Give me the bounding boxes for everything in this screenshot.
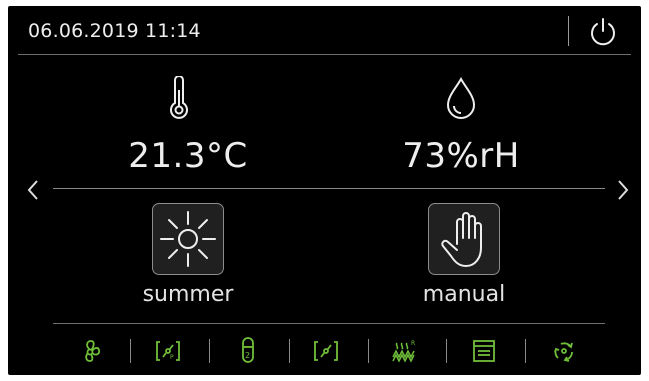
sensor-icon [314,341,338,361]
chevron-right-icon[interactable] [612,174,634,206]
status-separator [446,339,447,363]
power-icon[interactable] [586,15,620,49]
fan-icon [85,340,101,362]
hand-icon [441,212,482,267]
hmi-screen: 06.06.2019 11:14 21.3°C 73%rH summer man… [8,6,641,375]
operation-mode-label: manual [422,282,506,307]
status-separator [209,339,210,363]
humidity-value: 73%rH [402,136,520,176]
thermometer-icon [170,76,188,119]
status-separator [130,339,131,363]
datetime-display: 06.06.2019 11:14 [28,20,201,42]
operation-mode-button[interactable] [428,203,500,275]
header-divider-line [18,54,631,55]
filter-2-icon: 2 [242,337,254,363]
temperature-value: 21.3°C [128,136,248,176]
droplet-icon [446,76,476,119]
content-divider [53,188,605,189]
status-bar: P 2 R [8,333,641,369]
svg-text:R: R [411,340,415,347]
recirculation-icon [554,342,573,362]
status-separator [289,339,290,363]
season-mode-button[interactable] [152,203,224,275]
pressure-sensor-icon: P [156,341,180,361]
window-icon [473,340,495,362]
season-mode-label: summer [142,282,234,307]
status-separator [368,339,369,363]
status-separator [525,339,526,363]
svg-text:P: P [170,354,174,361]
chevron-left-icon[interactable] [22,174,44,206]
svg-text:2: 2 [245,351,250,360]
header-divider [568,16,569,46]
status-divider [53,323,605,324]
heater-r-icon: R [392,340,415,363]
sun-icon [160,211,216,267]
